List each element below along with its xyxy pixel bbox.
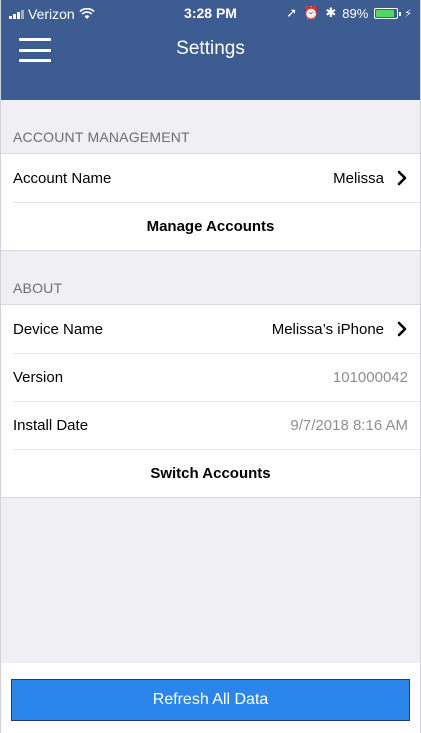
- account-group: Account Name Melissa Manage Accounts: [1, 154, 420, 251]
- section-header-account: ACCOUNT MANAGEMENT: [1, 118, 420, 154]
- nav-bar: Settings: [1, 26, 420, 76]
- device-name-label: Device Name: [13, 320, 104, 338]
- device-name-value: Melissa’s iPhone: [271, 320, 384, 338]
- charging-icon: ⚡: [404, 7, 412, 20]
- switch-accounts-button[interactable]: Switch Accounts: [1, 449, 420, 497]
- location-icon: ➚: [286, 5, 298, 20]
- section-header-about-label: ABOUT: [13, 280, 63, 296]
- account-name-value: Melissa: [333, 169, 384, 187]
- device-name-row[interactable]: Device Name Melissa’s iPhone: [1, 305, 420, 353]
- page-title: Settings: [176, 38, 245, 59]
- account-name-label: Account Name: [13, 169, 112, 187]
- battery-fill: [376, 9, 395, 17]
- footer-area: Refresh All Data: [1, 663, 420, 733]
- phone-screen: Verizon 3:28 PM ➚ ⏰ ✱ 89% ⚡ Settings ACC…: [0, 0, 421, 733]
- install-date-label: Install Date: [13, 416, 89, 434]
- status-bar: Verizon 3:28 PM ➚ ⏰ ✱ 89% ⚡: [1, 0, 420, 26]
- section-header-account-label: ACCOUNT MANAGEMENT: [13, 129, 190, 145]
- about-group: Device Name Melissa’s iPhone Version 101…: [1, 305, 420, 498]
- status-right: ➚ ⏰ ✱ 89% ⚡: [286, 5, 412, 21]
- battery-icon: [374, 7, 402, 19]
- account-name-row[interactable]: Account Name Melissa: [1, 154, 420, 202]
- version-row: Version 101000042: [1, 353, 420, 401]
- version-value: 101000042: [332, 368, 408, 386]
- install-date-row: Install Date 9/7/2018 8:16 AM: [1, 401, 420, 449]
- battery-percent: 89%: [342, 5, 369, 21]
- alarm-icon: ⏰: [303, 5, 320, 20]
- refresh-all-data-button[interactable]: Refresh All Data: [11, 679, 410, 721]
- manage-accounts-button[interactable]: Manage Accounts: [1, 202, 420, 250]
- version-label: Version: [13, 368, 64, 386]
- settings-content: ACCOUNT MANAGEMENT Account Name Melissa …: [1, 100, 420, 733]
- chevron-right-icon: [397, 170, 407, 186]
- app-header: Verizon 3:28 PM ➚ ⏰ ✱ 89% ⚡ Settings: [1, 0, 420, 100]
- chevron-right-icon: [397, 321, 407, 337]
- install-date-value: 9/7/2018 8:16 AM: [290, 416, 408, 434]
- battery-tip: [399, 11, 402, 16]
- section-header-about: ABOUT: [1, 269, 420, 305]
- bluetooth-icon: ✱: [325, 5, 337, 20]
